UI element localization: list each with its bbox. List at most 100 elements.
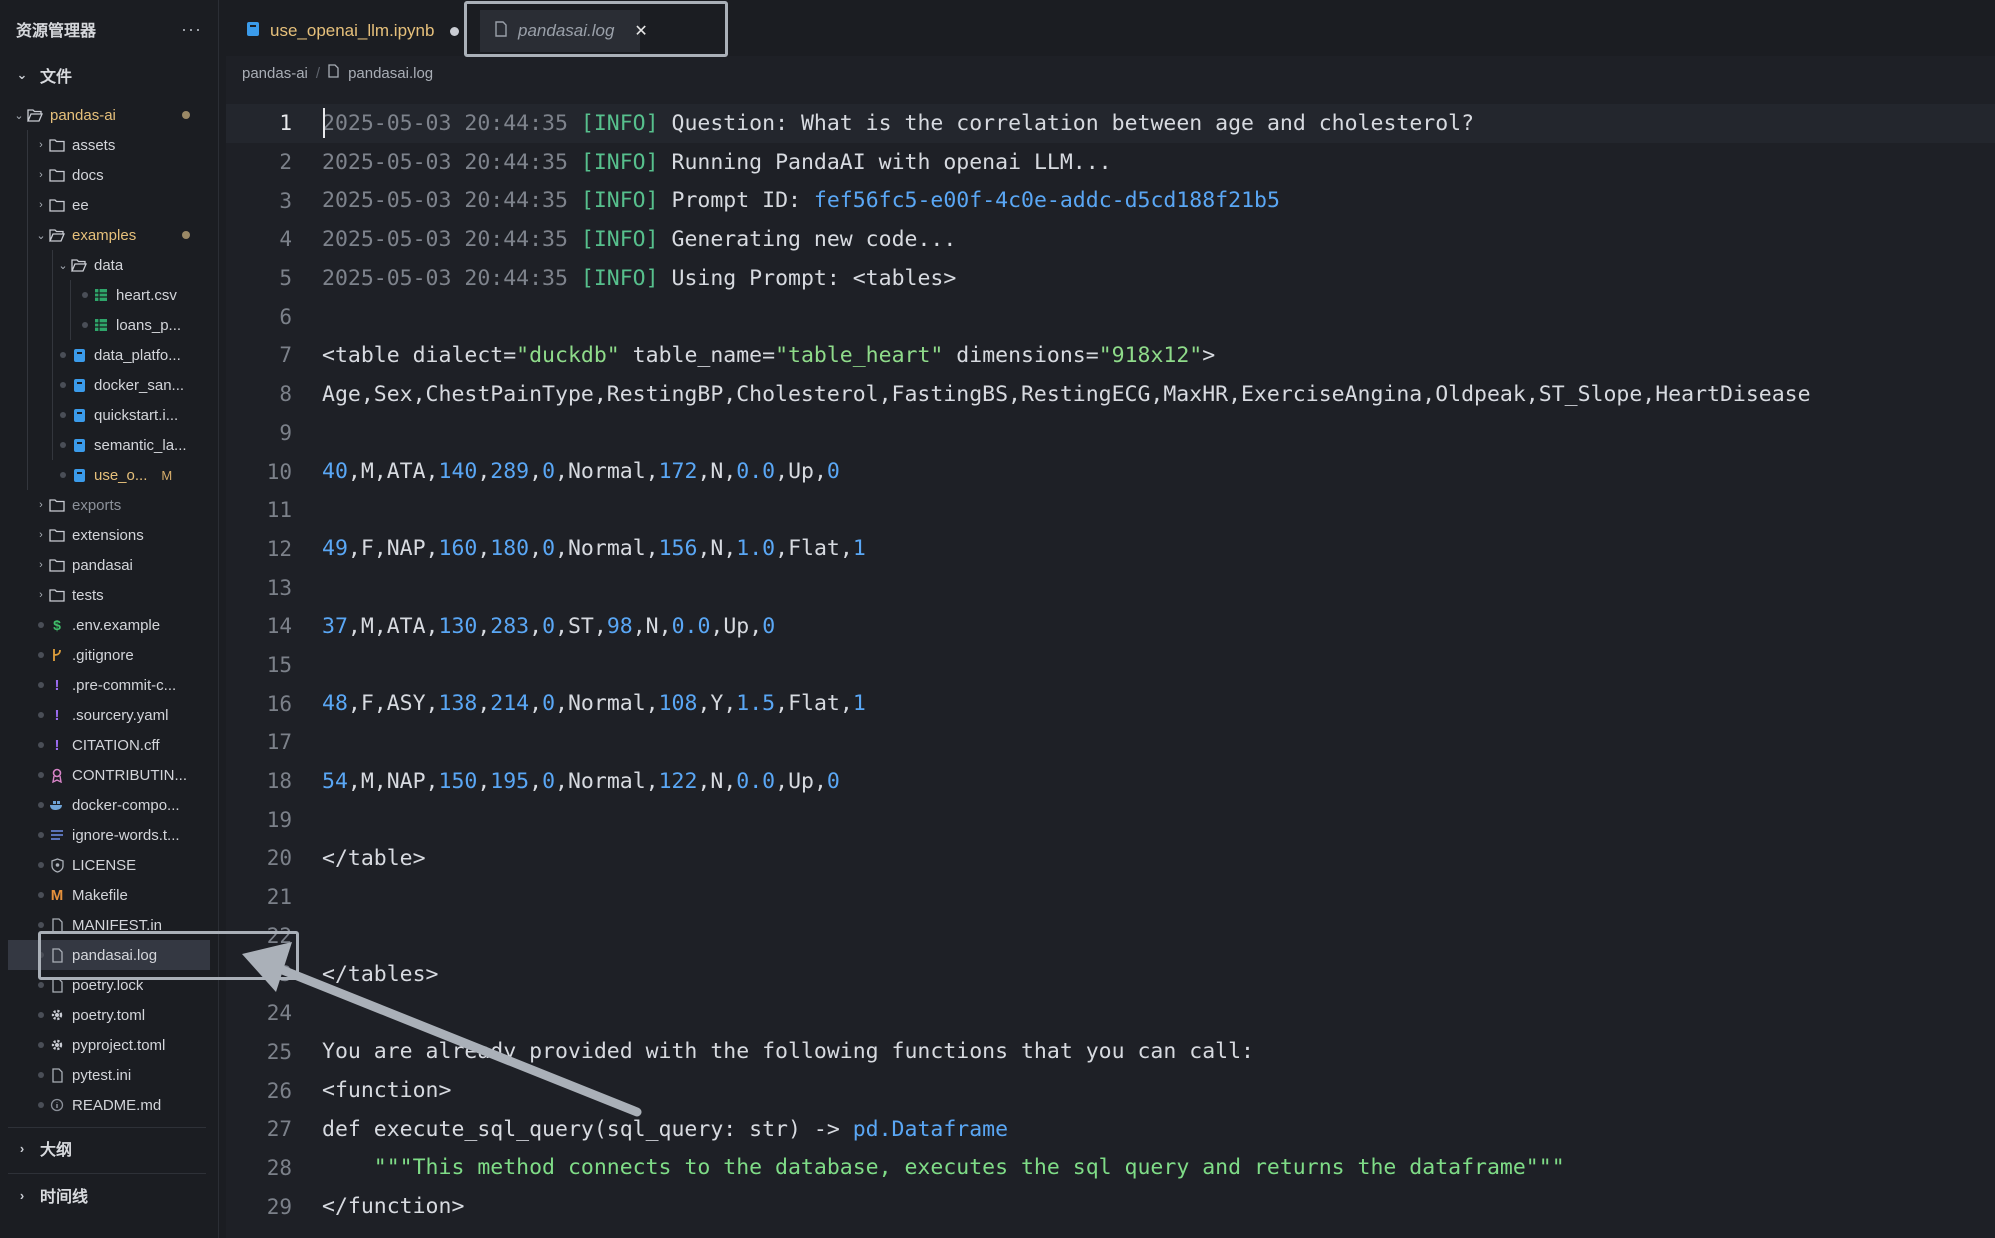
code-line[interactable]: 10 40,M,ATA,140,289,0,Normal,172,N,0.0,Up…: [226, 452, 1995, 491]
code-line[interactable]: 3 2025-05-03 20:44:35 [INFO] Prompt ID: f…: [226, 181, 1995, 220]
code-line[interactable]: 20 </table>: [226, 839, 1995, 878]
tree-item-ignore-words-t[interactable]: ignore-words.t...: [8, 820, 210, 850]
exclamation-icon: !: [54, 736, 60, 754]
indent-guide: [27, 130, 28, 490]
breadcrumb-item[interactable]: pandas-ai: [242, 65, 308, 82]
explorer-header: 资源管理器 ···: [16, 14, 202, 44]
tree-item-label: .pre-commit-c...: [72, 676, 177, 694]
code-line[interactable]: 9: [226, 414, 1995, 453]
tree-dot: [34, 1099, 48, 1111]
tree-item-ee[interactable]: › ee: [8, 190, 210, 220]
code-line[interactable]: 24: [226, 994, 1995, 1033]
tree-dot: [56, 409, 70, 421]
code-line[interactable]: 5 2025-05-03 20:44:35 [INFO] Using Prompt…: [226, 259, 1995, 298]
line-number: 29: [266, 1194, 292, 1219]
tree-item-quickstart-i[interactable]: quickstart.i...: [8, 400, 210, 430]
code-line[interactable]: 18 54,M,NAP,150,195,0,Normal,122,N,0.0,Up…: [226, 762, 1995, 801]
tree-item-contributin[interactable]: CONTRIBUTIN...: [8, 760, 210, 790]
tree-item-docker-san[interactable]: docker_san...: [8, 370, 210, 400]
tree-item-data[interactable]: ⌄ data: [8, 250, 210, 280]
text-cursor: [323, 108, 325, 138]
tree-item-pre-commit-c[interactable]: ! .pre-commit-c...: [8, 670, 210, 700]
tree-item-label: poetry.toml: [72, 1006, 146, 1024]
tab-use-openai-llm[interactable]: use_openai_llm.ipynb: [246, 10, 460, 52]
folder-icon: [48, 526, 66, 544]
code-line[interactable]: 1 2025-05-03 20:44:35 [INFO] Question: Wh…: [226, 104, 1995, 143]
tree-item-citation-cff[interactable]: ! CITATION.cff: [8, 730, 210, 760]
tree-item-poetry-toml[interactable]: poetry.toml: [8, 1000, 210, 1030]
code-line[interactable]: 16 48,F,ASY,138,214,0,Normal,108,Y,1.5,Fl…: [226, 684, 1995, 723]
code-text: You are already provided with the follow…: [322, 1039, 1254, 1065]
code-line[interactable]: 26 <function>: [226, 1071, 1995, 1110]
tree-item-label: heart.csv: [116, 286, 177, 304]
code-line[interactable]: 7 <table dialect="duckdb" table_name="tab…: [226, 336, 1995, 375]
tree-item-label: docs: [72, 166, 104, 184]
code-line[interactable]: 14 37,M,ATA,130,283,0,ST,98,N,0.0,Up,0: [226, 607, 1995, 646]
tree-item-docs[interactable]: › docs: [8, 160, 210, 190]
tree-item-docker-compo[interactable]: docker-compo...: [8, 790, 210, 820]
code-line[interactable]: 8 Age,Sex,ChestPainType,RestingBP,Cholest…: [226, 375, 1995, 414]
shield-icon: [48, 856, 66, 874]
line-number: 13: [266, 575, 292, 600]
notebook-icon: [70, 466, 88, 484]
code-line[interactable]: 12 49,F,NAP,160,180,0,Normal,156,N,1.0,Fl…: [226, 530, 1995, 569]
tree-item-exports[interactable]: › exports: [8, 490, 210, 520]
tree-item-label: .sourcery.yaml: [72, 706, 169, 724]
code-line[interactable]: 25 You are already provided with the foll…: [226, 1033, 1995, 1072]
divider: [8, 1173, 206, 1174]
tree-item-pandasai[interactable]: › pandasai: [8, 550, 210, 580]
code-line[interactable]: 19: [226, 800, 1995, 839]
code-line[interactable]: 29 </function>: [226, 1187, 1995, 1226]
tree-item-env-example[interactable]: $ .env.example: [8, 610, 210, 640]
code-line[interactable]: 28 """This method connects to the databa…: [226, 1149, 1995, 1188]
code-line[interactable]: 13: [226, 568, 1995, 607]
tree-item-readme-md[interactable]: README.md: [8, 1090, 210, 1120]
unsaved-dot-icon: [450, 26, 460, 36]
more-actions-icon[interactable]: ···: [181, 19, 202, 40]
tree-item-extensions[interactable]: › extensions: [8, 520, 210, 550]
tree-item-pandas-ai[interactable]: ⌄ pandas-ai: [8, 100, 210, 130]
tree-item-data-platfo[interactable]: data_platfo...: [8, 340, 210, 370]
code-line[interactable]: 17: [226, 723, 1995, 762]
tree-item-label: data_platfo...: [94, 346, 181, 364]
tree-dot: [34, 919, 48, 931]
tree-item-assets[interactable]: › assets: [8, 130, 210, 160]
tree-item-loans-p[interactable]: loans_p...: [8, 310, 210, 340]
code-text: 2025-05-03 20:44:35 [INFO] Generating ne…: [322, 226, 957, 252]
tree-item-sourcery-yaml[interactable]: ! .sourcery.yaml: [8, 700, 210, 730]
folder-open-icon: [70, 256, 88, 274]
tree-item-pytest-ini[interactable]: pytest.ini: [8, 1060, 210, 1090]
files-section-header[interactable]: ⌄ 文件: [14, 60, 72, 90]
tree-dot: [56, 439, 70, 451]
code-line[interactable]: 22: [226, 916, 1995, 955]
tree-item-gitignore[interactable]: .gitignore: [8, 640, 210, 670]
tree-item-tests[interactable]: › tests: [8, 580, 210, 610]
code-line[interactable]: 11: [226, 491, 1995, 530]
tree-item-label: pandasai: [72, 556, 133, 574]
code-line[interactable]: 27 def execute_sql_query(sql_query: str) …: [226, 1110, 1995, 1149]
tree-item-label: ignore-words.t...: [72, 826, 180, 844]
line-number: 2: [279, 150, 292, 175]
code-line[interactable]: 23 </tables>: [226, 955, 1995, 994]
code-line[interactable]: 15: [226, 646, 1995, 685]
tree-item-license[interactable]: LICENSE: [8, 850, 210, 880]
timeline-section-label: 时间线: [40, 1189, 89, 1206]
code-line[interactable]: 4 2025-05-03 20:44:35 [INFO] Generating n…: [226, 220, 1995, 259]
tree-item-semantic-la[interactable]: semantic_la...: [8, 430, 210, 460]
code-line[interactable]: 6: [226, 297, 1995, 336]
code-line[interactable]: 21: [226, 878, 1995, 917]
tree-item-makefile[interactable]: M Makefile: [8, 880, 210, 910]
tree-item-pyproject-toml[interactable]: pyproject.toml: [8, 1030, 210, 1060]
csv-icon: [92, 316, 110, 334]
tree-dot: [34, 1069, 48, 1081]
breadcrumb-item[interactable]: pandasai.log: [348, 65, 433, 82]
timeline-section-header[interactable]: › 时间线: [14, 1180, 88, 1210]
tree-dot: [34, 889, 48, 901]
code-line[interactable]: 2 2025-05-03 20:44:35 [INFO] Running Pand…: [226, 143, 1995, 182]
tree-item-examples[interactable]: ⌄ examples: [8, 220, 210, 250]
tree-item-heart-csv[interactable]: heart.csv: [8, 280, 210, 310]
tree-item-use-o[interactable]: use_o... M: [8, 460, 210, 490]
line-number: 14: [266, 614, 292, 639]
outline-section-header[interactable]: › 大纲: [14, 1133, 72, 1163]
code-view[interactable]: 1 2025-05-03 20:44:35 [INFO] Question: Wh…: [226, 104, 1995, 1226]
